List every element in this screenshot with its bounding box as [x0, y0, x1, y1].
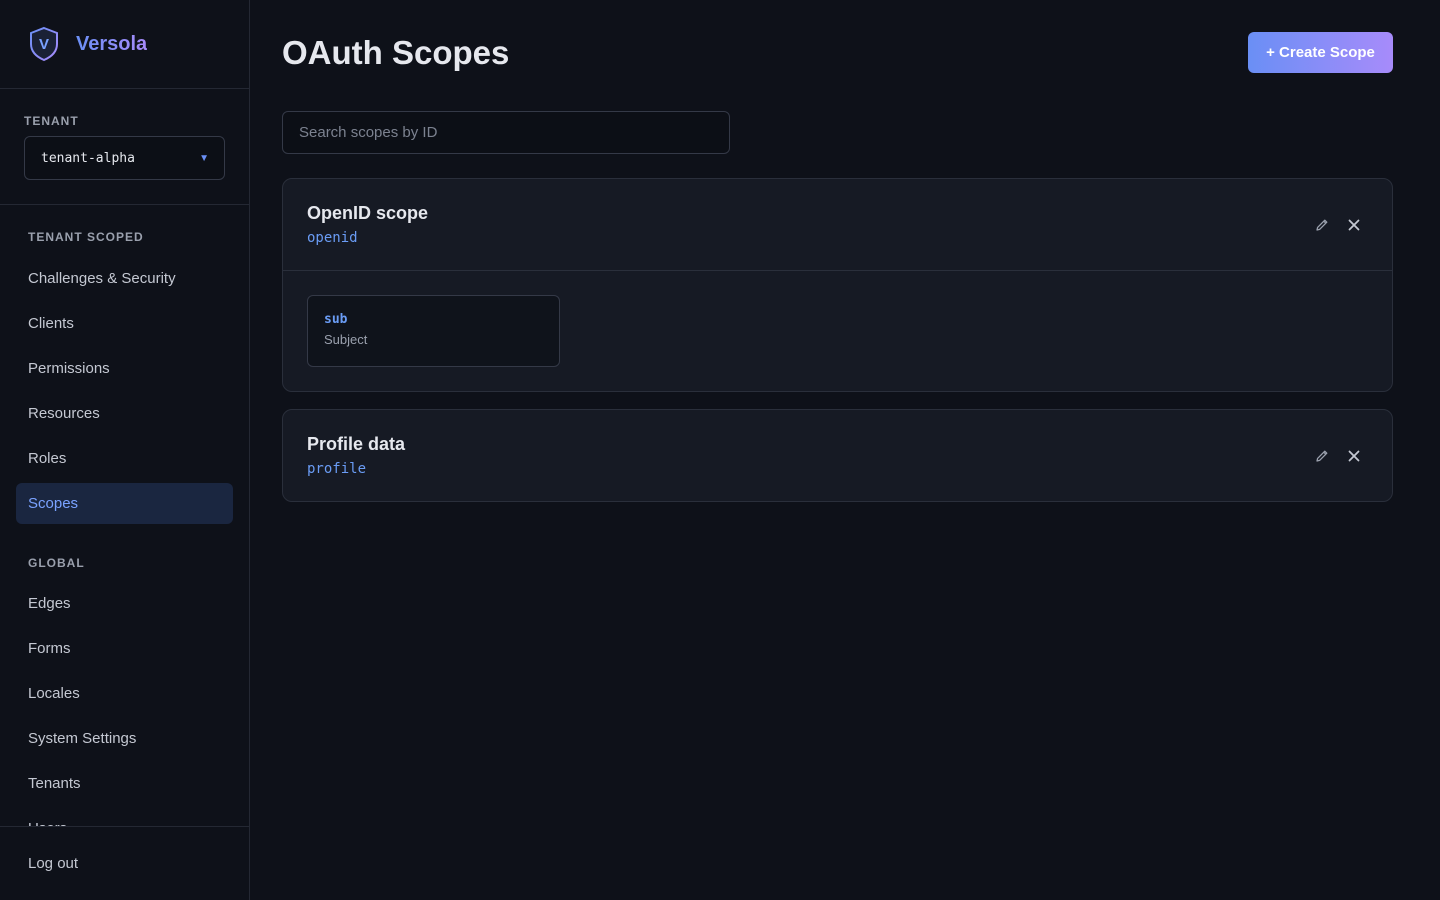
logout-link[interactable]: Log out: [28, 855, 78, 872]
search-input[interactable]: [282, 111, 730, 154]
sidebar-item-tenants[interactable]: Tenants: [16, 763, 233, 804]
edit-pencil-icon[interactable]: [1313, 216, 1331, 234]
claim-description: Subject: [324, 332, 368, 347]
scope-name: OpenID scope: [307, 203, 429, 223]
caret-down-icon: ▼: [199, 152, 209, 164]
delete-close-icon[interactable]: [1345, 216, 1363, 234]
tenant-select[interactable]: tenant-alpha ▼: [24, 136, 225, 180]
page-title: OAuth Scopes: [282, 33, 510, 71]
scope-card: Profile data profile: [282, 409, 1393, 502]
sidebar-nav[interactable]: TENANT SCOPED Challenges & Security Clie…: [0, 205, 249, 826]
svg-text:V: V: [39, 36, 49, 53]
sidebar-item-scopes[interactable]: Scopes: [16, 483, 233, 524]
main-content: OAuth Scopes + Create Scope OpenID scope…: [250, 0, 1440, 900]
sidebar-item-roles[interactable]: Roles: [16, 438, 233, 479]
scope-card-header[interactable]: Profile data profile: [283, 410, 1392, 501]
shield-logo-icon: V: [30, 26, 58, 62]
sidebar-item-locales[interactable]: Locales: [16, 673, 233, 714]
tenant-section: TENANT tenant-alpha ▼: [0, 89, 249, 205]
sidebar-item-forms[interactable]: Forms: [16, 628, 233, 669]
edit-pencil-icon[interactable]: [1313, 447, 1331, 465]
scope-card-header[interactable]: OpenID scope openid: [283, 179, 1392, 270]
sidebar-item-users[interactable]: Users: [16, 808, 233, 826]
brand-name: Versola: [76, 32, 148, 55]
brand[interactable]: V Versola: [0, 0, 249, 89]
sidebar-item-system-settings[interactable]: System Settings: [16, 718, 233, 759]
nav-group-tenant-scoped: TENANT SCOPED: [28, 230, 144, 244]
claim-card: sub Subject: [307, 295, 560, 367]
sidebar-footer: Log out: [0, 826, 249, 900]
sidebar-item-resources[interactable]: Resources: [16, 393, 233, 434]
sidebar-item-permissions[interactable]: Permissions: [16, 348, 233, 389]
create-scope-button[interactable]: + Create Scope: [1248, 32, 1393, 73]
scope-id: openid: [307, 230, 358, 246]
tenant-select-value: tenant-alpha: [41, 150, 135, 166]
sidebar-item-challenges-security[interactable]: Challenges & Security: [16, 258, 233, 299]
sidebar: V Versola TENANT tenant-alpha ▼ TENANT S…: [0, 0, 250, 900]
claim-key: sub: [324, 312, 348, 327]
sidebar-item-clients[interactable]: Clients: [16, 303, 233, 344]
page-header: OAuth Scopes + Create Scope: [282, 32, 1393, 73]
tenant-label: TENANT: [24, 114, 79, 128]
scope-claims: sub Subject: [283, 270, 1392, 391]
scope-actions: [1313, 447, 1363, 465]
sidebar-item-edges[interactable]: Edges: [16, 583, 233, 624]
scope-actions: [1313, 216, 1363, 234]
delete-close-icon[interactable]: [1345, 447, 1363, 465]
scope-name: Profile data: [307, 434, 406, 454]
scope-card: OpenID scope openid sub Subject: [282, 178, 1393, 392]
scope-id: profile: [307, 461, 367, 477]
nav-group-global: GLOBAL: [28, 556, 85, 570]
